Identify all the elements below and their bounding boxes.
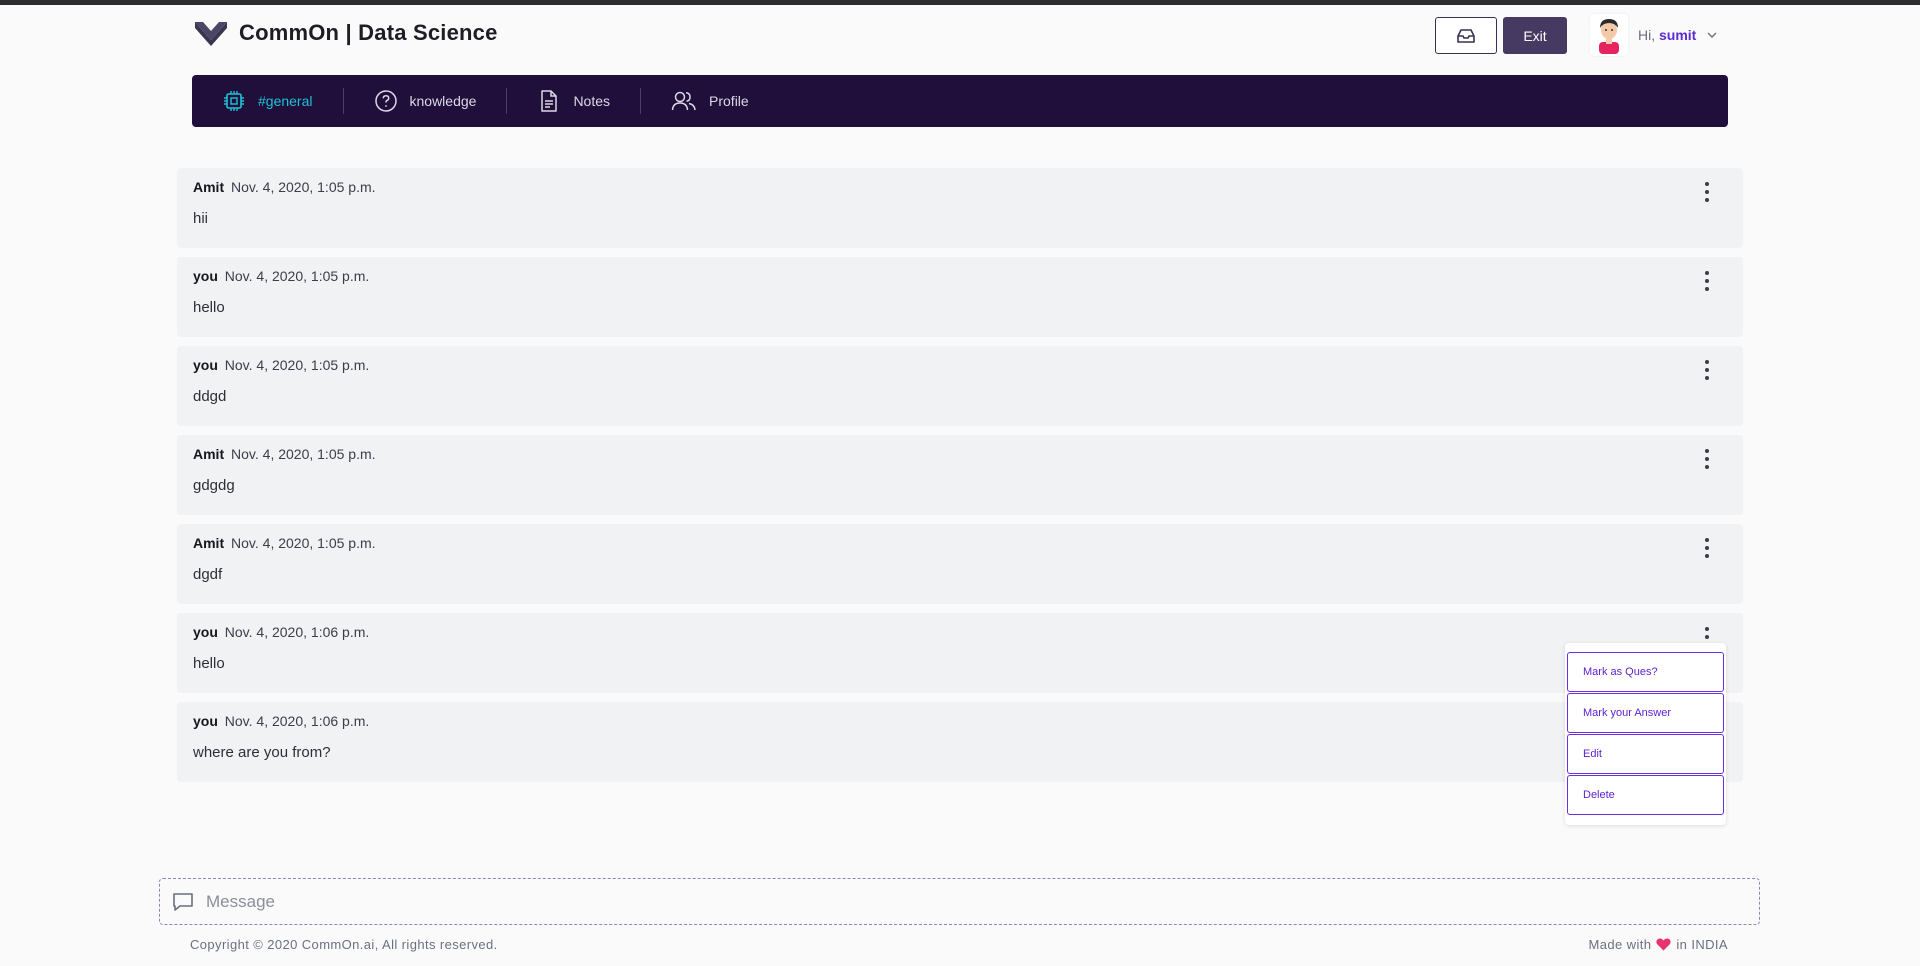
question-circle-icon xyxy=(374,90,397,112)
message-item: Amit Nov. 4, 2020, 1:05 p.m. gdgdg xyxy=(177,435,1743,515)
message-item: you Nov. 4, 2020, 1:05 p.m. ddgd xyxy=(177,346,1743,426)
users-icon xyxy=(671,91,696,111)
message-composer xyxy=(159,878,1760,925)
country-label: in INDIA xyxy=(1676,937,1728,952)
message-text: dgdf xyxy=(193,566,223,583)
user-greeting: Hi, sumit xyxy=(1638,27,1697,43)
inbox-button[interactable] xyxy=(1435,17,1497,54)
mark-answer-button[interactable]: Mark your Answer xyxy=(1567,693,1724,733)
message-header: Amit Nov. 4, 2020, 1:05 p.m. xyxy=(193,535,1727,551)
logo-chevron-icon xyxy=(195,22,227,46)
message-time: Nov. 4, 2020, 1:05 p.m. xyxy=(231,179,376,195)
message-header: you Nov. 4, 2020, 1:06 p.m. xyxy=(193,624,1727,640)
message-time: Nov. 4, 2020, 1:06 p.m. xyxy=(224,624,370,640)
message-author: Amit xyxy=(193,179,225,195)
nav-divider xyxy=(342,88,344,114)
message-header: Amit Nov. 4, 2020, 1:05 p.m. xyxy=(193,446,1727,462)
brand[interactable]: CommOn | Data Science xyxy=(193,18,498,48)
message-author: you xyxy=(193,357,218,373)
nav-item-notes[interactable]: Notes xyxy=(537,75,610,127)
message-author: you xyxy=(193,624,218,640)
app-title: CommOn | Data Science xyxy=(239,20,498,45)
message-item: you Nov. 4, 2020, 1:06 p.m. hello xyxy=(177,613,1743,693)
chat-bubble-icon xyxy=(173,892,193,911)
made-with-label: Made with xyxy=(1588,937,1652,952)
message-item: Amit Nov. 4, 2020, 1:05 p.m. hii xyxy=(177,168,1743,248)
edit-button[interactable]: Edit xyxy=(1567,734,1724,774)
username: sumit xyxy=(1659,27,1697,43)
delete-button[interactable]: Delete xyxy=(1567,775,1724,815)
message-author: you xyxy=(193,713,218,729)
copyright-text: Copyright © 2020 CommOn.ai, All rights r… xyxy=(190,937,498,952)
inbox-icon xyxy=(1457,28,1475,43)
message-time: Nov. 4, 2020, 1:06 p.m. xyxy=(224,713,370,729)
message-item: Amit Nov. 4, 2020, 1:05 p.m. dgdf xyxy=(177,524,1743,604)
nav-item-label: knowledge xyxy=(409,93,477,109)
message-time: Nov. 4, 2020, 1:05 p.m. xyxy=(224,268,370,284)
message-author: Amit xyxy=(193,535,225,551)
mark-as-question-button[interactable]: Mark as Ques? xyxy=(1567,652,1724,692)
message-time: Nov. 4, 2020, 1:05 p.m. xyxy=(231,535,376,551)
message-author: you xyxy=(193,268,218,284)
message-options-icon[interactable] xyxy=(1699,447,1715,471)
nav-divider xyxy=(640,88,642,114)
top-border xyxy=(0,0,1920,5)
user-avatar-icon xyxy=(1599,19,1619,54)
chip-icon xyxy=(224,91,244,111)
message-time: Nov. 4, 2020, 1:05 p.m. xyxy=(224,357,370,373)
heart-icon xyxy=(1656,938,1672,951)
nav-divider xyxy=(506,88,508,114)
message-options-icon[interactable] xyxy=(1699,536,1715,560)
nav-item-label: Profile xyxy=(709,93,749,109)
made-with-text: Made with in INDIA xyxy=(1589,937,1728,952)
message-text: gdgdg xyxy=(193,477,235,494)
nav-item-label: Notes xyxy=(573,93,611,109)
message-context-menu: Mark as Ques? Mark your Answer Edit Dele… xyxy=(1565,643,1726,825)
message-text: hello xyxy=(193,299,225,316)
message-text: where are you from? xyxy=(193,744,331,761)
nav-item-general[interactable]: #general xyxy=(222,75,313,127)
message-options-icon[interactable] xyxy=(1699,269,1715,293)
message-options-icon[interactable] xyxy=(1699,180,1715,204)
message-header: Amit Nov. 4, 2020, 1:05 p.m. xyxy=(193,179,1727,195)
message-header: you Nov. 4, 2020, 1:05 p.m. xyxy=(193,268,1727,284)
message-item: you Nov. 4, 2020, 1:05 p.m. hello xyxy=(177,257,1743,337)
message-item: you Nov. 4, 2020, 1:06 p.m. where are yo… xyxy=(177,702,1743,782)
message-text: hello xyxy=(193,655,225,672)
chevron-down-icon xyxy=(1707,32,1717,38)
message-author: Amit xyxy=(193,446,225,462)
message-text: ddgd xyxy=(193,388,227,405)
exit-button[interactable]: Exit xyxy=(1503,17,1567,54)
document-icon xyxy=(541,90,558,112)
nav-item-profile[interactable]: Profile xyxy=(671,75,749,127)
user-menu[interactable]: Hi, sumit xyxy=(1590,14,1718,56)
message-input[interactable] xyxy=(204,890,1708,913)
nav-item-label: #general xyxy=(258,93,313,109)
nav-item-knowledge[interactable]: knowledge xyxy=(374,75,477,127)
message-time: Nov. 4, 2020, 1:05 p.m. xyxy=(231,446,376,462)
channel-nav: #general knowledge Notes Profile xyxy=(192,75,1728,127)
message-text: hii xyxy=(193,210,209,227)
message-options-icon[interactable] xyxy=(1699,358,1715,382)
avatar xyxy=(1590,14,1628,56)
message-header: you Nov. 4, 2020, 1:06 p.m. xyxy=(193,713,1727,729)
message-list: Amit Nov. 4, 2020, 1:05 p.m. hii you Nov… xyxy=(177,168,1743,791)
message-header: you Nov. 4, 2020, 1:05 p.m. xyxy=(193,357,1727,373)
